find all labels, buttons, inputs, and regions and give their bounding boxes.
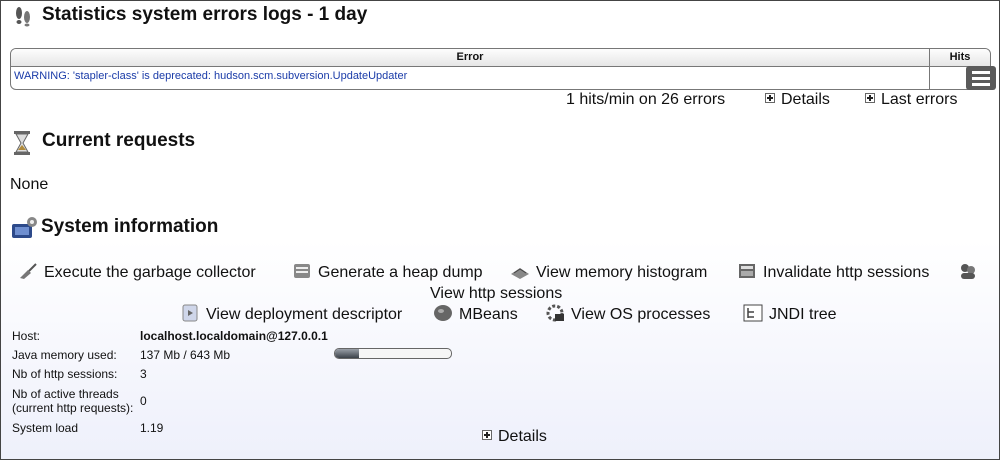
system-section-title: System information <box>41 216 219 237</box>
invalidate-sessions-icon <box>739 264 755 278</box>
expand-icon <box>765 93 775 103</box>
action-label: View deployment descriptor <box>206 306 403 323</box>
column-divider <box>929 67 930 89</box>
expand-icon <box>482 430 492 440</box>
last-errors-label: Last errors <box>881 91 958 108</box>
table-row: WARNING: 'stapler-class' is deprecated: … <box>11 67 990 89</box>
info-value-host: localhost.localdomain@127.0.0.1 <box>140 329 328 343</box>
system-info-icon <box>12 217 37 238</box>
sessions-icon <box>961 264 975 279</box>
heap-dump-icon <box>294 264 310 278</box>
errors-table-header: Error Hits <box>11 49 990 67</box>
info-value-sessions: 3 <box>140 367 147 381</box>
hourglass-icon <box>14 131 30 155</box>
requests-content: None <box>10 176 49 193</box>
info-label-threads-line1: Nb of active threads <box>12 387 119 401</box>
info-value-system-load: 1.19 <box>140 421 164 435</box>
column-header-hits[interactable]: Hits <box>930 49 990 66</box>
details-label: Details <box>781 91 830 108</box>
column-header-error[interactable]: Error <box>11 49 930 66</box>
expand-icon <box>865 93 875 103</box>
action-label: Generate a heap dump <box>318 264 483 281</box>
errors-details-link[interactable]: Details <box>765 91 830 109</box>
view-http-sessions-action[interactable]: View http sessions <box>430 285 562 303</box>
deployment-descriptor-icon <box>182 304 198 322</box>
action-label: JNDI tree <box>769 306 837 323</box>
last-errors-link[interactable]: Last errors <box>865 91 957 109</box>
jndi-tree-icon <box>743 304 763 322</box>
invalidate-sessions-action[interactable]: Invalidate http sessions <box>737 262 929 282</box>
deployment-descriptor-action[interactable]: View deployment descriptor <box>180 304 402 324</box>
error-message-cell: WARNING: 'stapler-class' is deprecated: … <box>14 70 408 82</box>
info-label-sessions: Nb of http sessions: <box>12 367 118 381</box>
action-label: View OS processes <box>571 306 711 323</box>
action-label: Invalidate http sessions <box>763 264 930 281</box>
sessions-icon-action[interactable] <box>958 262 984 282</box>
requests-section-title: Current requests <box>42 130 196 151</box>
action-label: Execute the garbage collector <box>44 264 256 281</box>
broom-icon <box>20 263 37 279</box>
memory-progress-bar <box>334 348 452 359</box>
errors-table: Error Hits WARNING: 'stapler-class' is d… <box>10 48 991 90</box>
footprints-icon <box>16 7 30 27</box>
action-label: MBeans <box>459 306 518 323</box>
garbage-collector-action[interactable]: Execute the garbage collector <box>18 262 256 282</box>
errors-summary: 1 hits/min on 26 errors <box>566 91 726 108</box>
os-processes-icon <box>546 304 564 322</box>
memory-progress-fill <box>335 349 360 358</box>
info-value-threads: 0 <box>140 394 147 408</box>
action-label: View memory histogram <box>536 264 708 281</box>
details-label: Details <box>498 428 547 445</box>
errors-section-title: Statistics system errors logs - 1 day <box>42 4 368 25</box>
info-value-memory: 137 Mb / 643 Mb <box>140 348 231 362</box>
system-details-link[interactable]: Details <box>482 428 547 446</box>
heap-dump-action[interactable]: Generate a heap dump <box>292 262 483 282</box>
info-label-host: Host: <box>12 329 41 343</box>
mbeans-action[interactable]: MBeans <box>433 304 518 324</box>
os-processes-action[interactable]: View OS processes <box>545 304 710 324</box>
info-label-system-load: System load <box>12 421 79 435</box>
memory-histogram-icon <box>511 268 529 279</box>
info-label-threads-line2: (current http requests): <box>12 401 134 415</box>
memory-histogram-action[interactable]: View memory histogram <box>510 262 707 282</box>
mbeans-icon <box>434 305 452 321</box>
menu-icon[interactable] <box>966 66 996 90</box>
action-label: View http sessions <box>430 285 563 302</box>
jndi-tree-action[interactable]: JNDI tree <box>743 304 837 324</box>
info-label-memory: Java memory used: <box>12 348 117 362</box>
